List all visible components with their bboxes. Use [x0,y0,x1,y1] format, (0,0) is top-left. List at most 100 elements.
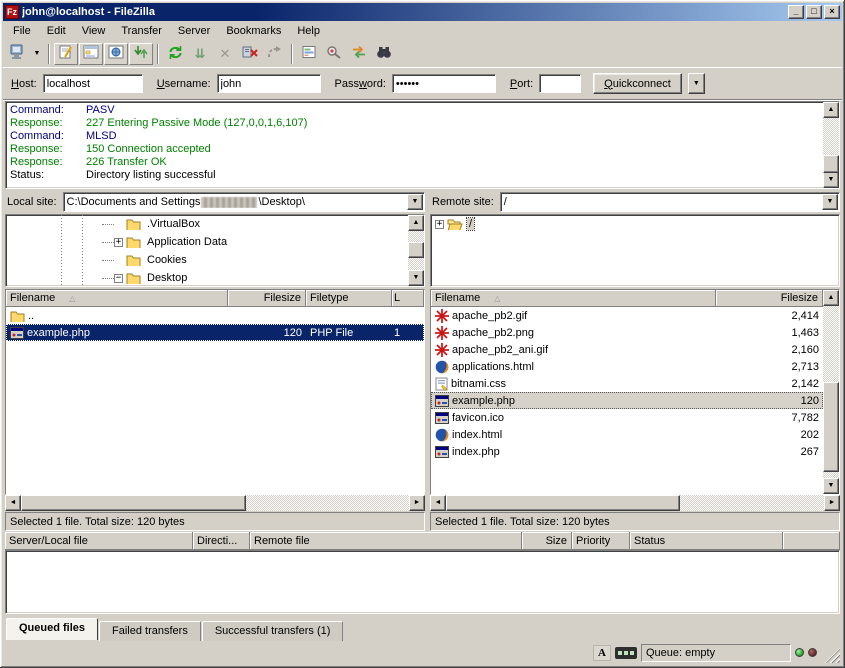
local-list-rows[interactable]: .. example.php 120 PHP File 1 [6,307,424,494]
username-input[interactable] [217,74,321,93]
column-header-server-local-file[interactable]: Server/Local file [5,532,193,550]
scroll-thumb[interactable] [408,242,424,258]
local-hscrollbar[interactable]: ◄ ► [5,495,425,511]
port-input[interactable] [539,74,581,93]
quickconnect-button[interactable]: Quickconnect [593,73,682,94]
column-header-filesize[interactable]: Filesize [228,290,306,307]
table-row[interactable]: index.php 267 [431,443,823,460]
close-button[interactable]: × [824,5,840,19]
column-header-filename[interactable]: Filename△ [6,290,228,307]
remote-path-combobox[interactable]: / ▼ [500,192,840,212]
tree-item[interactable]: − Desktop [6,269,408,286]
cancel-button[interactable]: ✕ [213,43,237,65]
local-tree-scrollbar[interactable]: ▲ ▼ [408,215,424,286]
collapse-icon[interactable]: − [114,274,123,283]
table-row[interactable]: favicon.ico 7,782 [431,409,823,426]
table-row-selected[interactable]: example.php 120 PHP File 1 [6,324,424,341]
scroll-right-button[interactable]: ► [824,495,840,511]
table-row[interactable]: applications.html 2,713 [431,358,823,375]
toggle-remote-tree-button[interactable] [104,43,128,65]
toggle-local-tree-button[interactable] [79,43,103,65]
expand-icon[interactable]: + [435,220,444,229]
toggle-local-tree-icon [83,45,99,62]
password-input[interactable] [392,74,496,93]
scroll-right-button[interactable]: ► [409,495,425,511]
column-header-direction[interactable]: Directi... [193,532,250,550]
scroll-thumb[interactable] [823,155,839,172]
local-tree-content[interactable]: .VirtualBox + Application Data Cookies − [6,215,408,286]
column-header-lastmodified[interactable]: L [392,290,424,307]
scroll-up-button[interactable]: ▲ [823,290,839,306]
column-header-status[interactable]: Status [630,532,783,550]
titlebar[interactable]: Fz john@localhost - FileZilla _ □ × [3,3,842,21]
remote-list-scrollbar[interactable]: ▲ ▼ [823,290,839,494]
scroll-left-button[interactable]: ◄ [5,495,21,511]
speed-limit-icon[interactable] [615,647,637,659]
table-row[interactable]: apache_pb2.gif 2,414 [431,307,823,324]
toggle-queue-button[interactable] [129,43,153,65]
menu-item-help[interactable]: Help [289,23,328,39]
data-type-icon[interactable]: A [593,645,611,661]
minimize-button[interactable]: _ [788,5,804,19]
chevron-down-icon[interactable]: ▼ [822,194,838,210]
queue-body[interactable] [5,550,840,614]
table-row[interactable]: apache_pb2_ani.gif 2,160 [431,341,823,358]
tree-item[interactable]: + / [431,215,839,233]
menu-item-transfer[interactable]: Transfer [113,23,170,39]
tree-item[interactable]: + Application Data [6,233,408,251]
table-row[interactable]: apache_pb2.png 1,463 [431,324,823,341]
scroll-up-button[interactable]: ▲ [408,215,424,231]
table-row[interactable]: index.html 202 [431,426,823,443]
toggle-log-button[interactable] [54,43,78,65]
scroll-thumb[interactable] [446,495,680,511]
table-row-selected[interactable]: example.php 120 [431,392,823,409]
column-header-size[interactable]: Size [522,532,572,550]
expand-icon[interactable]: + [114,238,123,247]
table-row[interactable]: bitnami.css 2,142 [431,375,823,392]
quickconnect-dropdown-button[interactable]: ▼ [688,73,705,94]
scroll-down-button[interactable]: ▼ [823,478,839,494]
tree-item[interactable]: .VirtualBox [6,215,408,233]
remote-hscrollbar[interactable]: ◄ ► [430,495,840,511]
column-header-filesize[interactable]: Filesize [716,290,823,307]
chevron-down-icon[interactable]: ▼ [407,194,423,210]
scroll-down-button[interactable]: ▼ [408,270,424,286]
log-scrollbar[interactable]: ▲ ▼ [823,102,839,188]
column-header-filetype[interactable]: Filetype [306,290,392,307]
tab-failed-transfers[interactable]: Failed transfers [99,621,201,641]
find-button[interactable] [372,43,396,65]
local-path-combobox[interactable]: C:\Documents and Settings\Desktop\ ▼ [63,192,425,212]
scroll-up-button[interactable]: ▲ [823,102,839,118]
column-header-filename[interactable]: Filename△ [431,290,716,307]
remote-list-rows[interactable]: apache_pb2.gif 2,414 apache_pb2.png 1,46… [431,307,823,494]
menu-item-edit[interactable]: Edit [39,23,74,39]
filter-button[interactable] [297,43,321,65]
scroll-thumb[interactable] [823,382,839,472]
menu-item-server[interactable]: Server [170,23,218,39]
tree-item[interactable]: Cookies [6,251,408,269]
synchronize-button[interactable] [347,43,371,65]
reconnect-button[interactable] [263,43,287,65]
column-header-priority[interactable]: Priority [572,532,630,550]
compare-button[interactable] [322,43,346,65]
menu-item-view[interactable]: View [74,23,114,39]
remote-tree-content[interactable]: + / [431,215,839,286]
tab-successful-transfers[interactable]: Successful transfers (1) [202,621,344,641]
tab-queued-files[interactable]: Queued files [6,618,98,640]
scroll-thumb[interactable] [21,495,246,511]
menu-item-bookmarks[interactable]: Bookmarks [218,23,289,39]
process-queue-button[interactable]: ⇊ [188,43,212,65]
refresh-button[interactable] [163,43,187,65]
host-input[interactable] [43,74,143,93]
menu-item-file[interactable]: File [5,23,39,39]
maximize-button[interactable]: □ [806,5,822,19]
message-log-content[interactable]: Command:PASV Response:227 Entering Passi… [6,102,823,188]
table-row[interactable]: .. [6,307,424,324]
site-manager-dropdown-button[interactable]: ▼ [30,43,44,65]
scroll-down-button[interactable]: ▼ [823,172,839,188]
disconnect-button[interactable] [238,43,262,65]
scroll-left-button[interactable]: ◄ [430,495,446,511]
column-header-remote-file[interactable]: Remote file [250,532,522,550]
resize-grip[interactable] [825,648,840,663]
site-manager-button[interactable] [5,43,29,65]
